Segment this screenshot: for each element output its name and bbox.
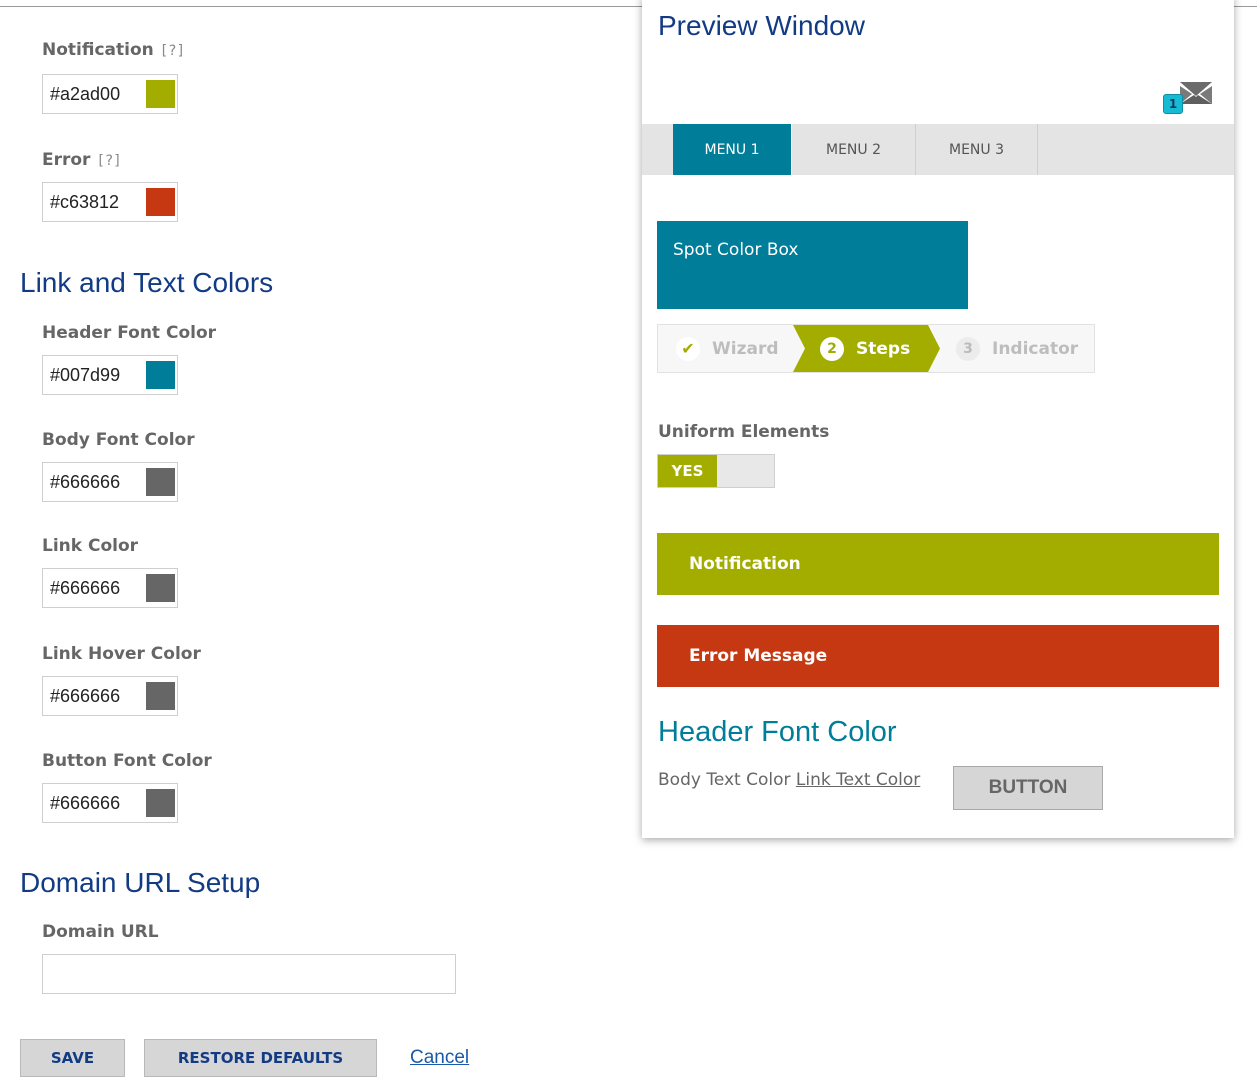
error-label: Error [?] <box>42 150 122 170</box>
header-font-color-label: Header Font Color <box>42 323 217 343</box>
restore-defaults-button[interactable]: RESTORE DEFAULTS <box>144 1039 377 1077</box>
link-color-field[interactable]: #666666 <box>42 568 178 608</box>
header-font-color-swatch[interactable] <box>146 361 175 389</box>
link-text-color-sample[interactable]: Link Text Color <box>796 770 920 790</box>
body-text-color-sample: Body Text Color <box>658 770 791 790</box>
wizard-step-2: 2 Steps <box>820 325 910 372</box>
link-color-value[interactable]: #666666 <box>50 578 120 599</box>
save-button[interactable]: SAVE <box>20 1039 125 1077</box>
notification-color-value[interactable]: #a2ad00 <box>50 84 120 105</box>
header-font-color-value[interactable]: #007d99 <box>50 365 120 386</box>
error-color-swatch[interactable] <box>146 188 175 216</box>
body-font-color-swatch[interactable] <box>146 468 175 496</box>
link-hover-color-value[interactable]: #666666 <box>50 686 120 707</box>
error-message-bar: Error Message <box>657 625 1219 687</box>
error-color-field[interactable]: #c63812 <box>42 182 178 222</box>
yes-toggle[interactable]: YES <box>657 454 775 488</box>
menu-item-3[interactable]: MENU 3 <box>916 124 1038 175</box>
toggle-on-label: YES <box>658 455 717 487</box>
menu-item-2[interactable]: MENU 2 <box>792 124 916 175</box>
link-color-label: Link Color <box>42 536 139 556</box>
wizard-step-2-number: 2 <box>820 336 844 361</box>
button-font-color-label: Button Font Color <box>42 751 212 771</box>
body-font-color-field[interactable]: #666666 <box>42 462 178 502</box>
wizard-step-1: ✔ Wizard <box>676 325 779 372</box>
domain-url-setup-heading: Domain URL Setup <box>20 867 261 898</box>
error-color-value[interactable]: #c63812 <box>50 192 119 213</box>
wizard-step-2-label: Steps <box>856 338 911 359</box>
button-font-color-swatch[interactable] <box>146 789 175 817</box>
link-text-colors-heading: Link and Text Colors <box>20 267 274 298</box>
domain-url-label: Domain URL <box>42 922 159 942</box>
menu-item-1[interactable]: MENU 1 <box>673 124 792 175</box>
spot-color-box: Spot Color Box <box>657 221 968 309</box>
link-color-swatch[interactable] <box>146 574 175 602</box>
domain-url-input[interactable] <box>42 954 456 994</box>
uniform-elements-label: Uniform Elements <box>658 422 830 442</box>
header-font-color-field[interactable]: #007d99 <box>42 355 178 395</box>
checkmark-icon: ✔ <box>676 336 700 361</box>
preview-window: Preview Window 1 MENU 1 MENU 2 MENU 3 Sp… <box>642 0 1234 838</box>
button-font-color-field[interactable]: #666666 <box>42 783 178 823</box>
cancel-link[interactable]: Cancel <box>410 1047 469 1069</box>
envelope-icon[interactable]: 1 <box>1163 80 1214 116</box>
link-hover-color-swatch[interactable] <box>146 682 175 710</box>
help-link[interactable]: [?] <box>160 43 185 59</box>
mail-count-badge: 1 <box>1163 94 1183 114</box>
body-font-color-label: Body Font Color <box>42 430 195 450</box>
notification-color-swatch[interactable] <box>146 80 175 108</box>
wizard-step-3-number: 3 <box>956 336 980 361</box>
wizard-steps: ✔ Wizard 2 Steps 3 Indicator <box>657 324 1095 373</box>
preview-button[interactable]: BUTTON <box>953 766 1103 810</box>
link-hover-color-label: Link Hover Color <box>42 644 201 664</box>
help-link[interactable]: [?] <box>96 153 121 169</box>
preview-title: Preview Window <box>658 10 865 41</box>
header-font-color-sample: Header Font Color <box>658 716 897 748</box>
notification-bar: Notification <box>657 533 1219 595</box>
notification-color-field[interactable]: #a2ad00 <box>42 74 178 114</box>
body-text-sample: Body Text Color Link Text Color <box>658 770 920 790</box>
wizard-step-3-label: Indicator <box>992 338 1079 359</box>
link-hover-color-field[interactable]: #666666 <box>42 676 178 716</box>
body-font-color-value[interactable]: #666666 <box>50 472 120 493</box>
wizard-step-3: 3 Indicator <box>956 325 1078 372</box>
wizard-step-1-label: Wizard <box>712 338 779 359</box>
notification-label: Notification [?] <box>42 40 186 60</box>
preview-menu-bar: MENU 1 MENU 2 MENU 3 <box>642 124 1234 175</box>
button-font-color-value[interactable]: #666666 <box>50 793 120 814</box>
